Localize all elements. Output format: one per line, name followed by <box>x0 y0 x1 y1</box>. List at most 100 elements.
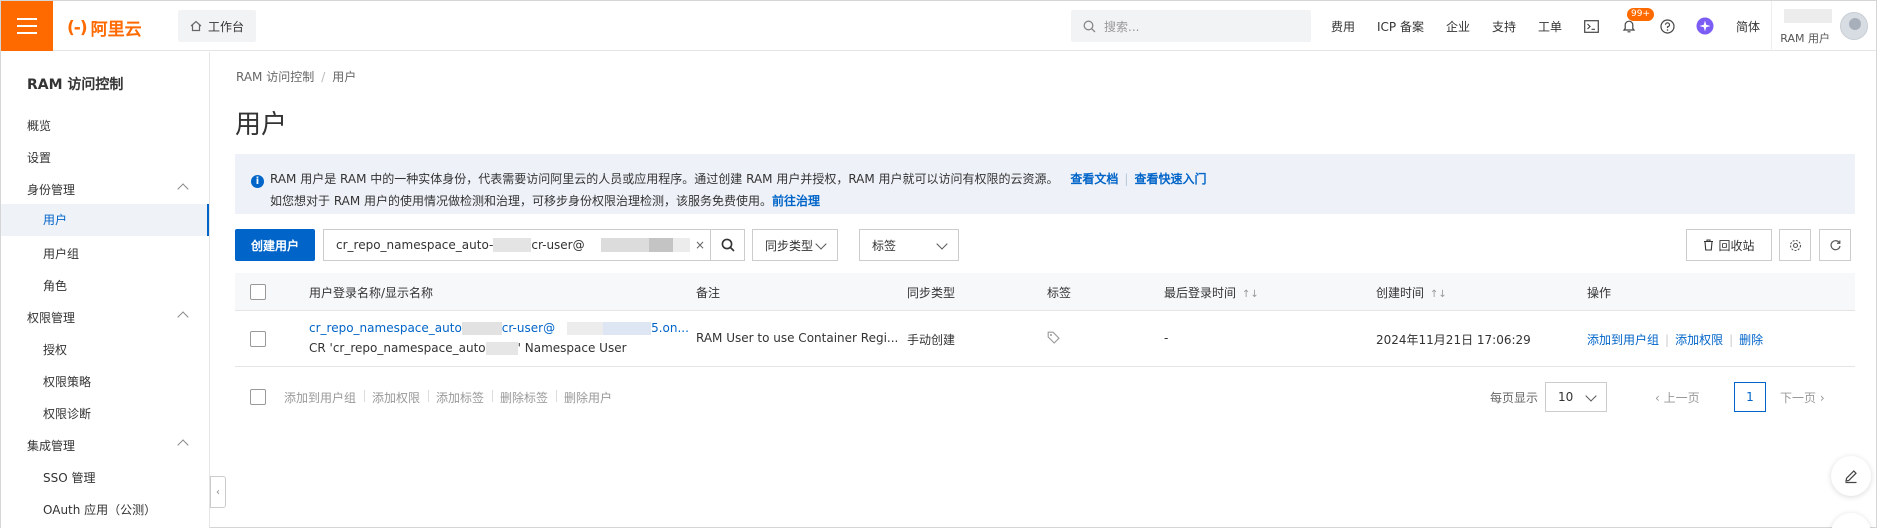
bulk-add-to-group-button[interactable]: 添加到用户组 <box>284 389 356 406</box>
ai-assistant-icon[interactable] <box>1696 17 1714 35</box>
display-part-b: ' Namespace User <box>517 341 627 355</box>
top-link-ticket[interactable]: 工单 <box>1538 18 1562 35</box>
bulk-remove-tag-button[interactable]: 删除标签 <box>500 389 548 406</box>
sync-type-dropdown[interactable]: 同步类型 <box>752 229 838 261</box>
terminal-icon[interactable] <box>1582 17 1600 35</box>
gear-icon <box>1789 239 1801 251</box>
sidebar-group-permissions[interactable]: 权限管理 <box>27 309 207 326</box>
sidebar-item-user-groups[interactable]: 用户组 <box>43 245 223 262</box>
hamburger-menu-button[interactable] <box>1 1 53 51</box>
logo-mark: (-) <box>67 17 88 38</box>
workbench-label: 工作台 <box>208 19 245 34</box>
recycle-bin-button[interactable]: 回收站 <box>1686 229 1772 261</box>
page-size-select[interactable]: 10 <box>1545 382 1607 412</box>
user-sync-type: 手动创建 <box>907 333 956 347</box>
bulk-add-tag-button[interactable]: 添加标签 <box>436 389 484 406</box>
login-part-b: cr-user@ <box>501 321 556 335</box>
sidebar-group-integration[interactable]: 集成管理 <box>27 437 207 454</box>
column-last-login-label: 最后登录时间 <box>1164 286 1237 300</box>
prev-page-button[interactable]: ‹ 上一页 <box>1655 389 1700 406</box>
search-icon <box>1083 20 1096 32</box>
help-icon[interactable] <box>1658 17 1676 35</box>
tag-filter-label: 标签 <box>872 238 897 253</box>
page-size-value: 10 <box>1558 390 1574 404</box>
top-link-billing[interactable]: 费用 <box>1331 18 1355 35</box>
chevron-up-icon <box>177 439 189 451</box>
recycle-bin-label: 回收站 <box>1718 238 1755 253</box>
info-icon: i <box>251 175 264 188</box>
redacted-block <box>493 238 532 253</box>
sidebar-collapse-button[interactable]: ‹ <box>210 476 226 508</box>
toolbar: 创建用户 cr_repo_namespace_auto-cr-user@oı ×… <box>235 229 1855 261</box>
top-link-support[interactable]: 支持 <box>1492 18 1516 35</box>
chevron-down-icon <box>936 238 948 250</box>
sidebar-item-policies[interactable]: 权限策略 <box>43 373 223 390</box>
create-user-button[interactable]: 创建用户 <box>235 229 316 261</box>
bulk-delete-users-button[interactable]: 删除用户 <box>564 389 612 406</box>
page-number-button[interactable]: 1 <box>1734 382 1766 412</box>
tag-filter-dropdown[interactable]: 标签 <box>859 229 959 261</box>
column-login-name: 用户登录名称/显示名称 <box>309 286 434 300</box>
column-created[interactable]: 创建时间 ↑↓ <box>1376 284 1447 301</box>
sidebar-group-permissions-label: 权限管理 <box>27 311 76 325</box>
global-search-input[interactable]: 搜索... <box>1071 10 1311 42</box>
sort-icon: ↑↓ <box>1430 289 1447 300</box>
home-icon <box>190 20 202 32</box>
notice-line-2: 如您想对于 RAM 用户的使用情况做检测和治理，可移步身份权限治理检测，该服务免… <box>251 190 1839 212</box>
workbench-button[interactable]: 工作台 <box>178 10 257 42</box>
row-checkbox[interactable] <box>250 331 266 347</box>
breadcrumb-root[interactable]: RAM 访问控制 <box>236 70 314 84</box>
footer-select-all-checkbox[interactable] <box>250 389 266 405</box>
user-search-input[interactable]: cr_repo_namespace_auto-cr-user@oı × <box>323 229 745 261</box>
chevron-left-icon: ‹ <box>216 486 220 498</box>
users-table: 用户登录名称/显示名称 备注 同步类型 标签 最后登录时间 ↑↓ 创建时间 ↑↓ 操… <box>235 273 1855 367</box>
avatar[interactable] <box>1840 12 1868 40</box>
row-actions: 添加到用户组 | 添加权限 | 删除 <box>1587 331 1763 348</box>
top-bar: (-) 阿里云 工作台 搜索... 费用 ICP 备案 企业 支持 工单 99+… <box>1 1 1876 51</box>
view-docs-link[interactable]: 查看文档 <box>1070 172 1118 186</box>
redacted-block <box>648 238 673 253</box>
tag-icon[interactable] <box>1047 331 1060 347</box>
bulk-add-permission-button[interactable]: 添加权限 <box>372 389 420 406</box>
sidebar-item-users[interactable]: 用户 <box>1 204 209 236</box>
language-switch[interactable]: 简体 <box>1736 18 1760 35</box>
settings-button[interactable] <box>1779 229 1811 261</box>
redacted-block <box>603 322 652 335</box>
sidebar-item-diagnostics[interactable]: 权限诊断 <box>43 405 223 422</box>
govern-link[interactable]: 前往治理 <box>772 194 820 208</box>
clear-icon[interactable]: × <box>690 238 710 252</box>
floating-assist-button[interactable] <box>1831 513 1871 528</box>
sidebar-item-sso[interactable]: SSO 管理 <box>43 469 223 486</box>
sidebar-item-roles[interactable]: 角色 <box>43 277 223 294</box>
sidebar-item-overview[interactable]: 概览 <box>27 117 207 134</box>
column-last-login[interactable]: 最后登录时间 ↑↓ <box>1164 284 1259 301</box>
delete-user-link[interactable]: 删除 <box>1739 333 1763 347</box>
feedback-edit-button[interactable] <box>1831 456 1871 496</box>
sidebar-item-settings[interactable]: 设置 <box>27 149 207 166</box>
bell-icon[interactable]: 99+ <box>1620 8 1655 35</box>
add-permission-link[interactable]: 添加权限 <box>1675 333 1723 347</box>
aliyun-logo[interactable]: (-) 阿里云 <box>67 15 142 41</box>
sidebar-item-authorization[interactable]: 授权 <box>43 341 223 358</box>
select-all-checkbox[interactable] <box>250 284 266 300</box>
display-part-a: CR 'cr_repo_namespace_auto <box>309 341 486 355</box>
refresh-button[interactable] <box>1819 229 1851 261</box>
quickstart-link[interactable]: 查看快速入门 <box>1134 172 1206 186</box>
user-login-link[interactable]: cr_repo_namespace_auto cr-user@ 5.on... <box>309 321 689 335</box>
sidebar-item-oauth[interactable]: OAuth 应用（公测） <box>43 501 223 518</box>
sidebar-group-integration-label: 集成管理 <box>27 439 76 453</box>
user-label: RAM 用户 <box>1780 32 1830 45</box>
divider <box>364 390 365 402</box>
user-last-login: - <box>1164 331 1169 345</box>
next-page-button[interactable]: 下一页 › <box>1780 389 1825 406</box>
top-link-enterprise[interactable]: 企业 <box>1446 18 1470 35</box>
search-submit-button[interactable] <box>710 230 744 260</box>
sidebar-group-identity-label: 身份管理 <box>27 183 76 197</box>
add-to-group-link[interactable]: 添加到用户组 <box>1587 333 1659 347</box>
top-link-icp[interactable]: ICP 备案 <box>1377 18 1424 35</box>
sidebar-group-identity[interactable]: 身份管理 <box>27 181 207 198</box>
breadcrumb-current: 用户 <box>332 70 357 84</box>
chevron-up-icon <box>177 183 189 195</box>
user-account-menu[interactable]: RAM 用户 <box>1771 1 1876 51</box>
search-value[interactable]: cr_repo_namespace_auto-cr-user@oı <box>324 238 690 253</box>
